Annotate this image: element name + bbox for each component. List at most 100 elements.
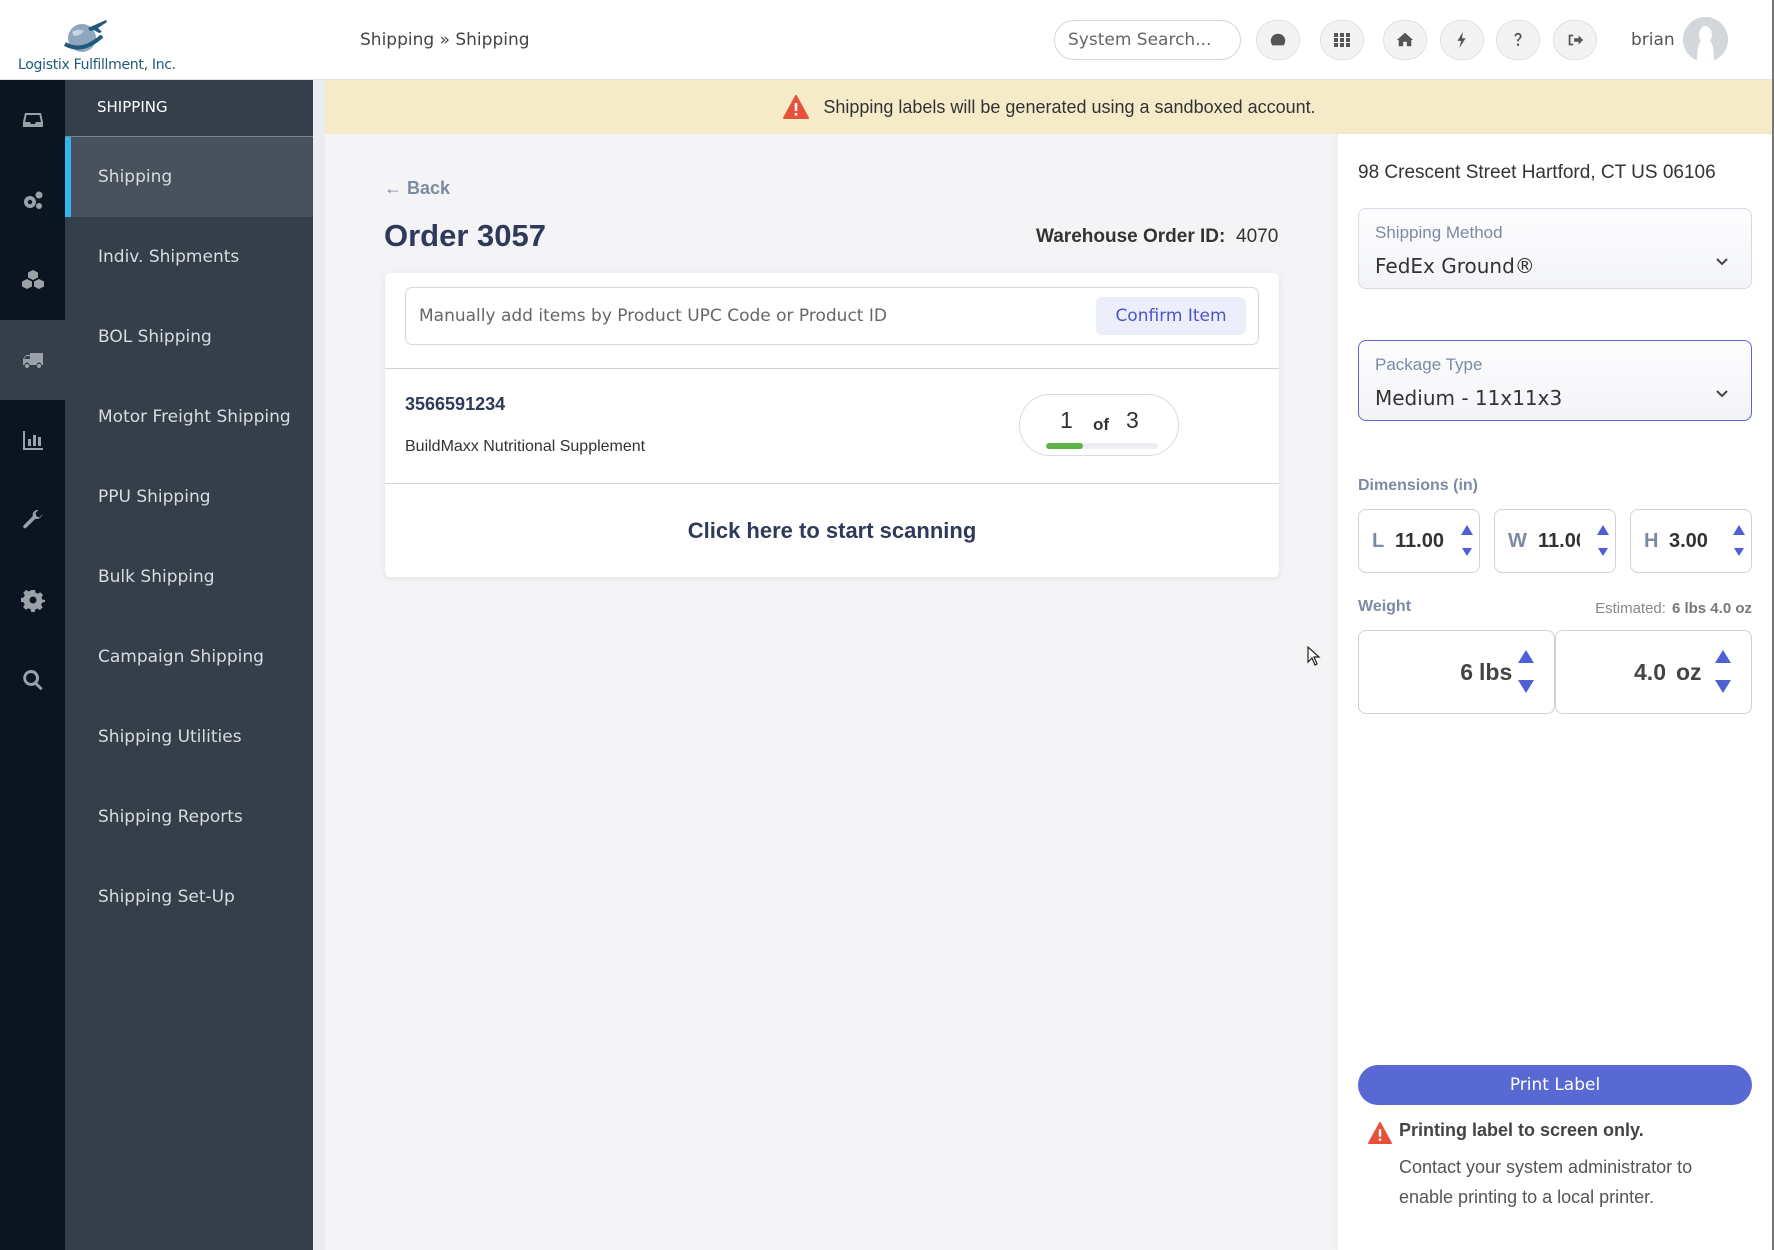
top-header: Logistix Fulfillment, Inc. Shipping » Sh…	[0, 0, 1774, 80]
weight-oz-input[interactable]: 4.0 oz	[1555, 630, 1752, 714]
sidebar-item-campaign-shipping[interactable]: Campaign Shipping	[65, 617, 313, 697]
username[interactable]: brian	[1631, 30, 1675, 50]
lbs-increment[interactable]	[1517, 649, 1535, 664]
package-type-value: Medium - 11x11x3	[1375, 386, 1563, 410]
rail-search[interactable]	[0, 640, 65, 720]
home-button[interactable]	[1383, 20, 1427, 60]
rail-tools[interactable]	[0, 480, 65, 560]
triangle-up-icon	[1715, 650, 1731, 663]
estimated-value: 6 lbs 4.0 oz	[1671, 600, 1752, 617]
of-label: of	[1093, 415, 1110, 434]
weight-lbs-input[interactable]: 6 lbs	[1358, 630, 1555, 714]
content-edge	[313, 80, 325, 1250]
item-quantity-pill: 1 of 3	[1019, 394, 1179, 456]
warehouse-order-id-label: Warehouse Order ID:	[1036, 226, 1226, 247]
search-icon	[22, 670, 43, 691]
start-scanning-button[interactable]: Click here to start scanning	[385, 484, 1279, 577]
sidebar-item-ppu-shipping[interactable]: PPU Shipping	[65, 457, 313, 537]
weight-lbs-value[interactable]: 6	[1419, 659, 1473, 686]
rail-inbox[interactable]	[0, 80, 65, 160]
quick-actions-button[interactable]	[1440, 20, 1484, 60]
sidebar: SHIPPING Shipping Indiv. Shipments BOL S…	[65, 80, 313, 1250]
rail-settings[interactable]	[0, 560, 65, 640]
sidebar-item-motor-freight-shipping[interactable]: Motor Freight Shipping	[65, 377, 313, 457]
length-value[interactable]: 11.00	[1395, 530, 1447, 553]
scanned-count: 1	[1060, 407, 1073, 433]
inbox-icon	[22, 113, 43, 127]
sidebar-item-shipping-reports[interactable]: Shipping Reports	[65, 777, 313, 857]
dimensions-label: Dimensions (in)	[1358, 477, 1479, 494]
triangle-up-icon	[1461, 525, 1473, 535]
wrench-icon	[22, 509, 42, 529]
width-value[interactable]: 11.00	[1538, 530, 1580, 553]
shipping-address: 98 Crescent Street Hartford, CT US 06106	[1358, 162, 1716, 183]
home-icon	[1396, 32, 1414, 47]
length-increment[interactable]	[1460, 524, 1474, 536]
sidebar-item-bol-shipping[interactable]: BOL Shipping	[65, 297, 313, 377]
triangle-down-icon	[1598, 548, 1608, 556]
truck-icon	[22, 353, 43, 368]
warning-icon	[1368, 1122, 1392, 1144]
height-value[interactable]: 3.00	[1669, 530, 1724, 553]
add-item-input[interactable]	[419, 288, 1089, 344]
dashboard-button[interactable]	[1256, 20, 1300, 60]
user-silhouette-icon	[1683, 17, 1728, 62]
chart-icon	[22, 431, 43, 450]
confirm-item-button[interactable]: Confirm Item	[1096, 297, 1246, 335]
scan-progress-fill	[1046, 443, 1083, 449]
length-input[interactable]: L 11.00	[1358, 509, 1480, 573]
width-decrement[interactable]	[1597, 547, 1611, 557]
print-warning-title: Printing label to screen only.	[1399, 1120, 1644, 1140]
lbs-decrement[interactable]	[1517, 679, 1535, 694]
package-type-label: Package Type	[1375, 355, 1483, 374]
sandbox-alert-banner: Shipping labels will be generated using …	[325, 80, 1774, 134]
sidebar-item-shipping[interactable]: Shipping	[65, 137, 313, 217]
rail-shipping[interactable]	[0, 320, 65, 400]
logout-button[interactable]	[1553, 20, 1597, 60]
shipping-method-select[interactable]: Shipping Method FedEx Ground®	[1358, 208, 1752, 289]
logo-text: Logistix Fulfillment, Inc.	[18, 57, 176, 73]
triangle-down-icon	[1462, 548, 1472, 556]
weight-lbs-unit: lbs	[1479, 659, 1513, 685]
apps-grid-button[interactable]	[1320, 20, 1364, 60]
length-decrement[interactable]	[1461, 547, 1475, 557]
sidebar-item-indiv-shipments[interactable]: Indiv. Shipments	[65, 217, 313, 297]
height-decrement[interactable]	[1733, 547, 1747, 557]
back-link[interactable]: ← Back	[384, 178, 450, 199]
gear-icon	[20, 589, 45, 612]
sidebar-item-bulk-shipping[interactable]: Bulk Shipping	[65, 537, 313, 617]
mouse-cursor-icon	[1307, 646, 1321, 666]
total-count: 3	[1126, 407, 1139, 433]
logout-icon	[1568, 34, 1584, 46]
oz-increment[interactable]	[1714, 649, 1732, 664]
sidebar-title: SHIPPING	[97, 98, 168, 116]
help-button[interactable]	[1496, 20, 1540, 60]
scan-progress-bar	[1046, 443, 1158, 449]
triangle-down-icon	[1518, 680, 1534, 693]
width-increment[interactable]	[1596, 524, 1610, 536]
system-search-input[interactable]	[1054, 20, 1241, 60]
order-title: Order 3057	[384, 218, 546, 253]
height-increment[interactable]	[1732, 524, 1746, 536]
weight-oz-value[interactable]: 4.0	[1606, 659, 1666, 686]
globe-plane-icon	[63, 20, 107, 52]
help-icon	[1514, 32, 1522, 46]
width-input[interactable]: W 11.00	[1494, 509, 1616, 573]
company-logo[interactable]: Logistix Fulfillment, Inc.	[18, 8, 176, 74]
triangle-down-icon	[1715, 680, 1731, 693]
height-input[interactable]: H 3.00	[1630, 509, 1752, 573]
package-type-select[interactable]: Package Type Medium - 11x11x3	[1358, 340, 1752, 421]
rail-inventory[interactable]	[0, 240, 65, 320]
rail-settings-multi[interactable]	[0, 160, 65, 240]
gears-icon	[23, 191, 42, 209]
shipping-method-value: FedEx Ground®	[1375, 254, 1535, 278]
sidebar-item-shipping-utilities[interactable]: Shipping Utilities	[65, 697, 313, 777]
rail-reports[interactable]	[0, 400, 65, 480]
triangle-up-icon	[1518, 650, 1534, 663]
item-name: BuildMaxx Nutritional Supplement	[405, 438, 646, 455]
print-label-button[interactable]: Print Label	[1358, 1065, 1752, 1105]
user-avatar[interactable]	[1683, 17, 1728, 62]
oz-decrement[interactable]	[1714, 679, 1732, 694]
bolt-icon	[1457, 31, 1466, 49]
sidebar-item-shipping-setup[interactable]: Shipping Set-Up	[65, 857, 313, 937]
